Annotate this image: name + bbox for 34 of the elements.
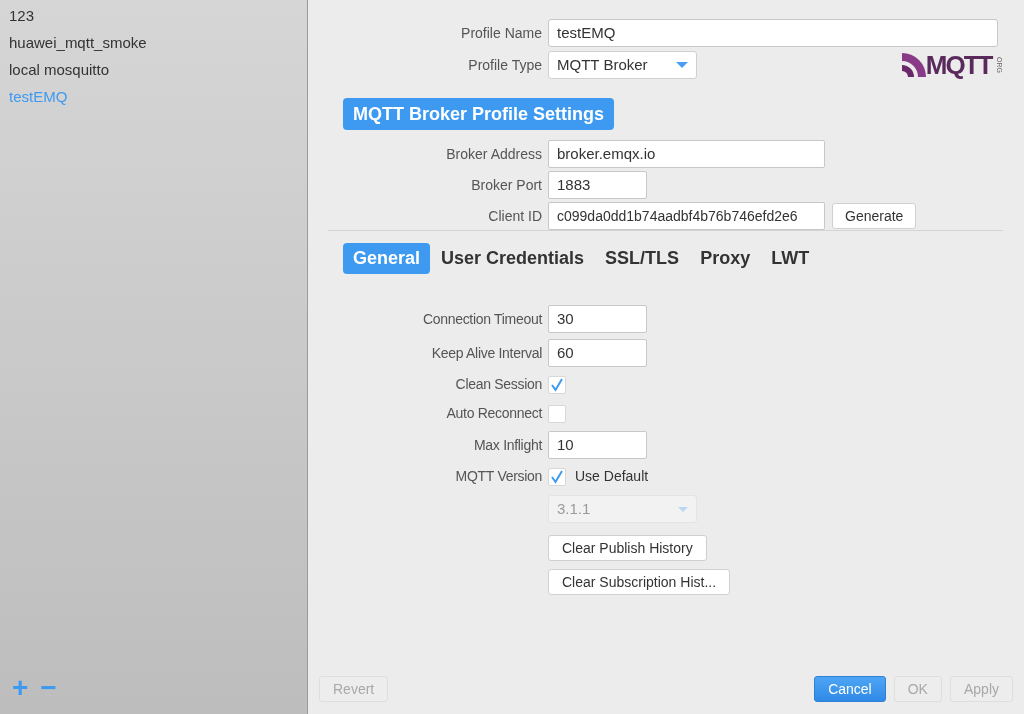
field-label: MQTT Version [454, 467, 543, 486]
profile-item[interactable]: 123 [0, 2, 307, 29]
field-label: Broker Address [445, 144, 543, 164]
input-field[interactable]: 30 [548, 305, 647, 333]
broker-address-field[interactable]: broker.emqx.io [548, 140, 825, 168]
field-label: Clean Session [454, 375, 543, 394]
section-heading: MQTT Broker Profile Settings [343, 98, 615, 130]
profile-item[interactable]: local mosquitto [0, 56, 307, 83]
field-label: Connection Timeout [421, 309, 544, 329]
broker-port-field[interactable]: 1883 [548, 171, 647, 199]
field-label: Client ID [487, 206, 543, 226]
field-label: Profile Type [467, 55, 543, 75]
checkbox[interactable] [548, 375, 566, 394]
tab[interactable]: LWT [761, 243, 820, 274]
checkbox[interactable] [548, 404, 566, 423]
input-field[interactable]: 60 [548, 339, 647, 367]
field-label: Max Inflight [473, 435, 544, 455]
generate-button[interactable]: Generate [832, 203, 917, 229]
profile-item[interactable]: huawei_mqtt_smoke [0, 29, 307, 56]
client-id-field[interactable]: c099da0dd1b74aadbf4b76b746efd2e6 [548, 202, 825, 230]
checkbox-label: Use Default [575, 467, 649, 486]
field-label: Broker Port [470, 175, 543, 195]
tab[interactable]: Proxy [690, 243, 761, 274]
profile-name-field[interactable]: testEMQ [548, 19, 998, 47]
input-field[interactable]: 10 [548, 431, 647, 459]
field-label: Profile Name [460, 23, 543, 43]
profile-type-dropdown[interactable]: MQTT Broker [548, 51, 697, 79]
checkbox[interactable] [548, 467, 566, 486]
clear-history-button[interactable]: Clear Subscription Hist... [548, 569, 731, 595]
field-label: Keep Alive Interval [430, 343, 543, 363]
tab[interactable]: User Credentials [431, 243, 595, 274]
field-label: Auto Reconnect [445, 404, 544, 423]
tab[interactable]: SSL/TLS [595, 243, 690, 274]
clear-history-button[interactable]: Clear Publish History [548, 535, 707, 561]
